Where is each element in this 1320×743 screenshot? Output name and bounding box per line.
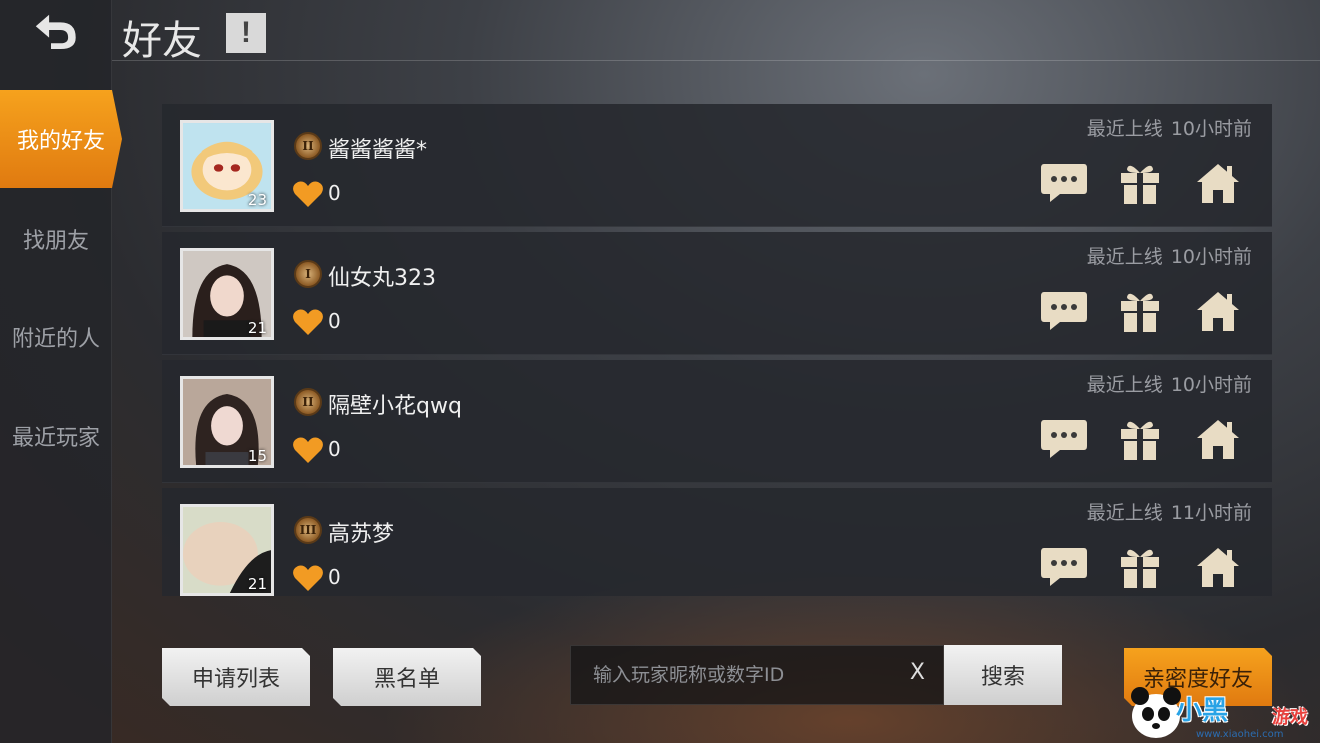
back-button[interactable] (28, 10, 84, 56)
friend-list[interactable]: 23 II 酱酱酱酱* 0 最近上线 10小时前 21 I 仙女丸323 0 最… (162, 104, 1272, 596)
avatar[interactable]: 23 (180, 120, 274, 212)
heart-icon (293, 437, 323, 463)
chat-button[interactable] (1038, 288, 1090, 334)
home-icon (1197, 292, 1239, 331)
gift-button[interactable] (1114, 288, 1166, 334)
page-title: 好友 (122, 18, 202, 64)
friend-row[interactable]: 23 II 酱酱酱酱* 0 最近上线 10小时前 (162, 104, 1272, 227)
home-icon (1197, 164, 1239, 203)
search-box: X (570, 645, 944, 705)
sidebar-item-find-friends[interactable]: 找朋友 (0, 190, 112, 288)
search-input[interactable] (593, 646, 893, 704)
intimacy-count: 0 (328, 565, 341, 589)
heart-icon (293, 565, 323, 591)
avatar[interactable]: 21 (180, 248, 274, 340)
header-divider (112, 60, 1320, 61)
friend-name: 仙女丸323 (328, 266, 436, 291)
sidebar-item-nearby[interactable]: 附近的人 (0, 288, 112, 386)
sidebar-item-label: 最近玩家 (11, 426, 100, 451)
last-online: 最近上线 10小时前 (1087, 242, 1252, 269)
last-online-label: 最近上线 (1086, 374, 1163, 396)
clear-search-button[interactable]: X (910, 660, 925, 685)
player-level: 15 (247, 447, 267, 465)
home-button[interactable] (1192, 544, 1244, 590)
chat-icon (1041, 292, 1087, 330)
sidebar-item-recent-players[interactable]: 最近玩家 (0, 387, 112, 485)
last-online-time: 10小时前 (1170, 246, 1252, 268)
sidebar-item-label: 附近的人 (11, 327, 100, 352)
intimacy-count: 0 (328, 309, 341, 333)
sidebar: 我的好友 找朋友 附近的人 最近玩家 (0, 0, 122, 743)
friend-row[interactable]: 15 II 隔壁小花qwq 0 最近上线 10小时前 (162, 360, 1272, 483)
last-online-label: 最近上线 (1086, 246, 1163, 268)
watermark-url: www.xiaohei.com (1196, 729, 1284, 740)
heart-icon (293, 181, 323, 207)
intimacy-count: 0 (328, 181, 341, 205)
home-icon (1197, 420, 1239, 459)
last-online: 最近上线 10小时前 (1087, 114, 1252, 141)
rank-badge-icon: II (294, 132, 322, 160)
back-arrow-icon (35, 14, 76, 50)
last-online-label: 最近上线 (1086, 502, 1163, 524)
gift-button[interactable] (1114, 416, 1166, 462)
last-online-time: 11小时前 (1170, 502, 1252, 524)
last-online: 最近上线 11小时前 (1087, 498, 1252, 525)
player-level: 23 (247, 191, 267, 209)
last-online-label: 最近上线 (1086, 118, 1163, 140)
friend-row[interactable]: 21 I 仙女丸323 0 最近上线 10小时前 (162, 232, 1272, 355)
blacklist-button[interactable]: 黑名单 (333, 648, 481, 706)
alert-icon[interactable]: ! (226, 13, 266, 53)
chat-icon (1041, 548, 1087, 586)
request-list-button[interactable]: 申请列表 (162, 648, 310, 706)
watermark-suffix: 游戏 (1272, 707, 1308, 728)
home-button[interactable] (1192, 416, 1244, 462)
chat-button[interactable] (1038, 416, 1090, 462)
intimacy-count: 0 (328, 437, 341, 461)
friend-name: 酱酱酱酱* (328, 138, 428, 163)
gift-button[interactable] (1114, 160, 1166, 206)
home-icon (1197, 548, 1239, 587)
heart-icon (293, 309, 323, 335)
gift-button[interactable] (1114, 544, 1166, 590)
sidebar-item-label: 找朋友 (22, 229, 89, 254)
last-online: 最近上线 10小时前 (1087, 370, 1252, 397)
gift-icon (1121, 549, 1159, 588)
gift-icon (1121, 293, 1159, 332)
gift-icon (1121, 421, 1159, 460)
chat-icon (1041, 420, 1087, 458)
rank-badge-icon: I (294, 260, 322, 288)
sidebar-item-my-friends[interactable]: 我的好友 (0, 90, 122, 188)
sidebar-item-label: 我的好友 (16, 129, 105, 154)
friend-name: 高苏梦 (328, 522, 395, 547)
home-button[interactable] (1192, 160, 1244, 206)
player-level: 21 (247, 575, 267, 593)
avatar[interactable]: 21 (180, 504, 274, 596)
gift-icon (1121, 165, 1159, 204)
avatar[interactable]: 15 (180, 376, 274, 468)
home-button[interactable] (1192, 288, 1244, 334)
friend-row[interactable]: 21 III 高苏梦 0 最近上线 11小时前 (162, 488, 1272, 596)
rank-badge-icon: II (294, 388, 322, 416)
search-button[interactable]: 搜索 (944, 645, 1062, 705)
last-online-time: 10小时前 (1170, 118, 1252, 140)
player-level: 21 (247, 319, 267, 337)
friend-name: 隔壁小花qwq (328, 394, 462, 419)
last-online-time: 10小时前 (1170, 374, 1252, 396)
chat-button[interactable] (1038, 160, 1090, 206)
rank-badge-icon: III (294, 516, 322, 544)
chat-icon (1041, 164, 1087, 202)
watermark-brand: 小黑 (1176, 696, 1229, 726)
chat-button[interactable] (1038, 544, 1090, 590)
